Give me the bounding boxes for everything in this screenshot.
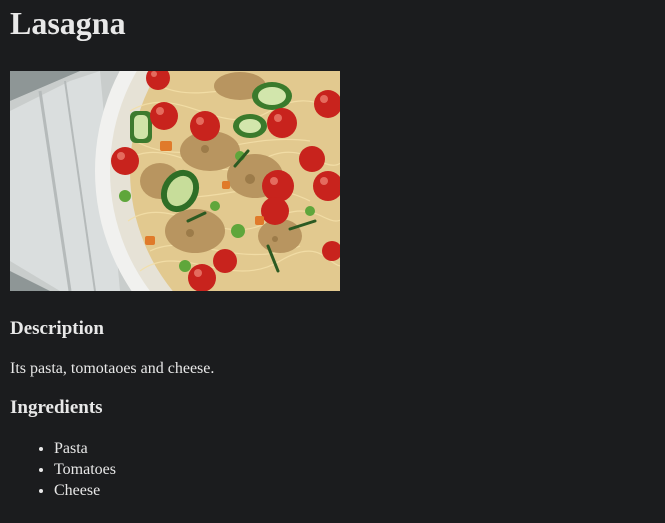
recipe-image [10, 71, 340, 291]
description-heading: Description [10, 318, 104, 339]
description-text: Its pasta, tomotaoes and cheese. [10, 360, 215, 377]
ingredient-item: Cheese [54, 480, 655, 501]
recipe-page: Lasagna Description Its pasta, tomotaoes… [0, 0, 665, 523]
ingredient-item: Tomatoes [54, 459, 655, 480]
ingredients-list: Pasta Tomatoes Cheese [10, 438, 655, 501]
page-title: Lasagna [10, 5, 126, 41]
ingredients-heading: Ingredients [10, 397, 103, 418]
ingredient-item: Pasta [54, 438, 655, 459]
